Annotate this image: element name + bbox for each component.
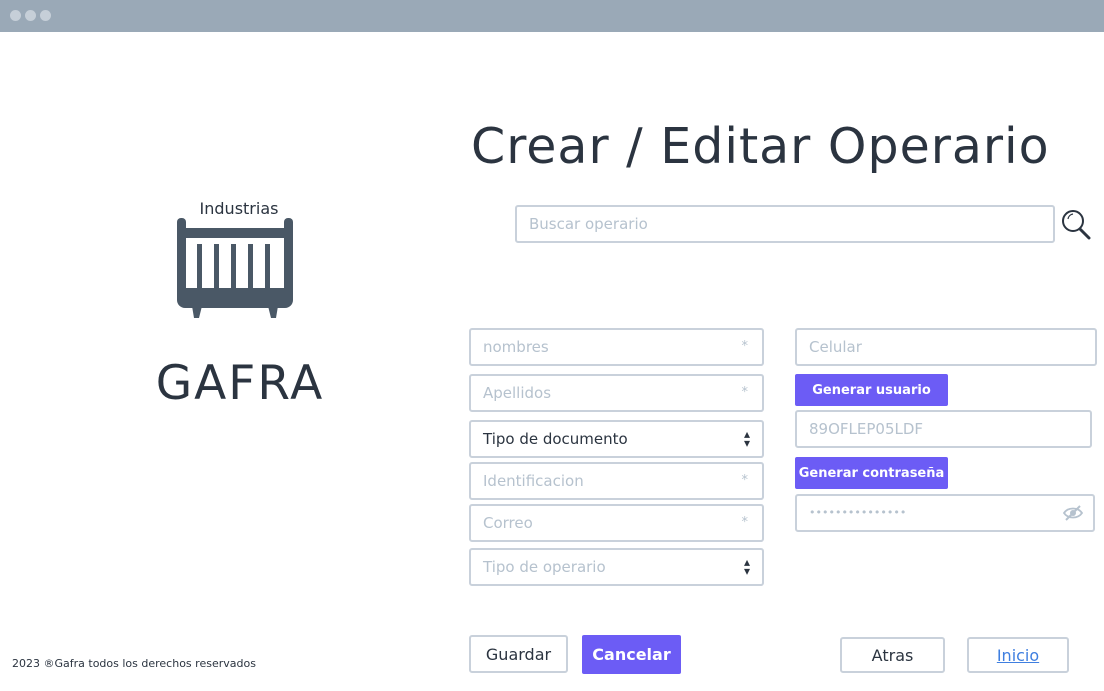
eye-off-icon[interactable] bbox=[1062, 505, 1084, 525]
identificacion-field[interactable]: * bbox=[469, 462, 764, 500]
contrasena-field[interactable]: ••••••••••••••• bbox=[795, 494, 1095, 532]
maximize-dot[interactable] bbox=[40, 10, 51, 21]
minimize-dot[interactable] bbox=[25, 10, 36, 21]
tipo-documento-select[interactable]: Tipo de documento ▴ ▾ bbox=[469, 420, 764, 458]
required-mark: * bbox=[741, 385, 749, 400]
window-titlebar bbox=[0, 0, 1104, 32]
inicio-link[interactable]: Inicio bbox=[967, 637, 1069, 673]
nombres-input[interactable] bbox=[471, 330, 762, 364]
apellidos-field[interactable]: * bbox=[469, 374, 764, 412]
guardar-button[interactable]: Guardar bbox=[469, 635, 568, 673]
usuario-field[interactable]: 89OFLEP05LDF bbox=[795, 410, 1092, 448]
page-title: Crear / Editar Operario bbox=[471, 118, 1050, 175]
tipo-operario-select[interactable]: Tipo de operario ▴ ▾ bbox=[469, 548, 764, 586]
contrasena-value: ••••••••••••••• bbox=[809, 506, 907, 519]
atras-button[interactable]: Atras bbox=[840, 637, 945, 673]
search-field[interactable] bbox=[515, 205, 1055, 243]
tipo-documento-value: Tipo de documento bbox=[483, 430, 628, 448]
required-mark: * bbox=[741, 515, 749, 530]
correo-input[interactable] bbox=[471, 506, 762, 540]
select-arrows-icon: ▴ ▾ bbox=[743, 427, 750, 450]
footer-copyright: 2023 ®Gafra todos los derechos reservado… bbox=[12, 657, 256, 670]
celular-field[interactable] bbox=[795, 328, 1097, 366]
nombres-field[interactable]: * bbox=[469, 328, 764, 366]
crib-icon bbox=[176, 216, 294, 325]
generar-usuario-button[interactable]: Generar usuario bbox=[795, 374, 948, 406]
cancelar-button[interactable]: Cancelar bbox=[582, 635, 681, 674]
required-mark: * bbox=[741, 339, 749, 354]
identificacion-input[interactable] bbox=[471, 464, 762, 498]
select-arrows-icon: ▴ ▾ bbox=[743, 555, 750, 578]
brand-name: GAFRA bbox=[155, 356, 325, 411]
close-dot[interactable] bbox=[10, 10, 21, 21]
usuario-value: 89OFLEP05LDF bbox=[809, 420, 924, 438]
generar-contrasena-button[interactable]: Generar contraseña bbox=[795, 457, 948, 489]
search-icon[interactable] bbox=[1060, 208, 1092, 245]
celular-input[interactable] bbox=[797, 330, 1095, 364]
apellidos-input[interactable] bbox=[471, 376, 762, 410]
correo-field[interactable]: * bbox=[469, 504, 764, 542]
search-input[interactable] bbox=[517, 207, 1053, 241]
tipo-operario-value: Tipo de operario bbox=[483, 558, 606, 576]
required-mark: * bbox=[741, 473, 749, 488]
